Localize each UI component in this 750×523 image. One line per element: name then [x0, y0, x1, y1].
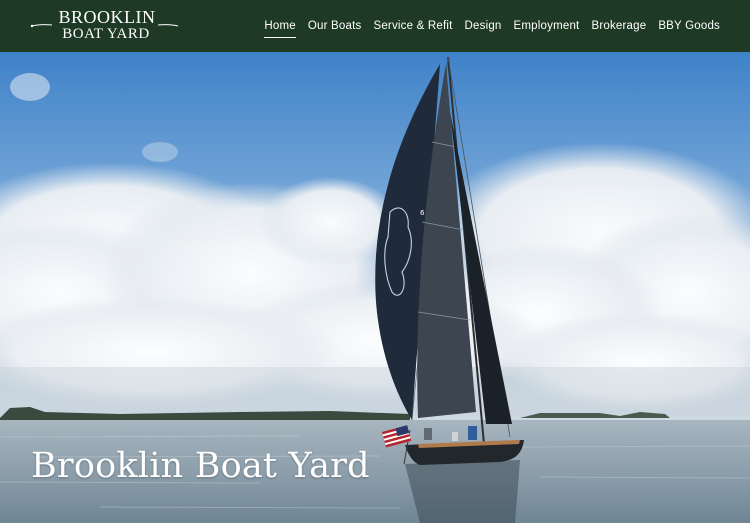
nav-item-design[interactable]: Design: [465, 14, 502, 38]
hero-title: Brooklin Boat Yard: [31, 446, 370, 486]
logo-line-1: BROOKLIN: [58, 7, 156, 27]
nav-item-brokerage[interactable]: Brokerage: [591, 14, 646, 38]
hero-banner: 6 Brooklin Boat Yard: [0, 52, 750, 523]
main-nav: Home Our Boats Service & Refit Design Em…: [264, 0, 720, 52]
svg-text:6: 6: [420, 209, 425, 217]
brooklin-boat-yard-logo[interactable]: BROOKLIN BOAT YARD: [30, 8, 180, 44]
nav-item-home[interactable]: Home: [264, 14, 297, 38]
logo-line-2: BOAT YARD: [62, 26, 150, 42]
site-header: BROOKLIN BOAT YARD Home Our Boats Servic…: [0, 0, 750, 52]
nav-item-service-refit[interactable]: Service & Refit: [373, 14, 452, 38]
nav-item-employment[interactable]: Employment: [514, 14, 580, 38]
nav-item-our-boats[interactable]: Our Boats: [308, 14, 362, 38]
nav-item-bby-goods[interactable]: BBY Goods: [658, 14, 720, 38]
